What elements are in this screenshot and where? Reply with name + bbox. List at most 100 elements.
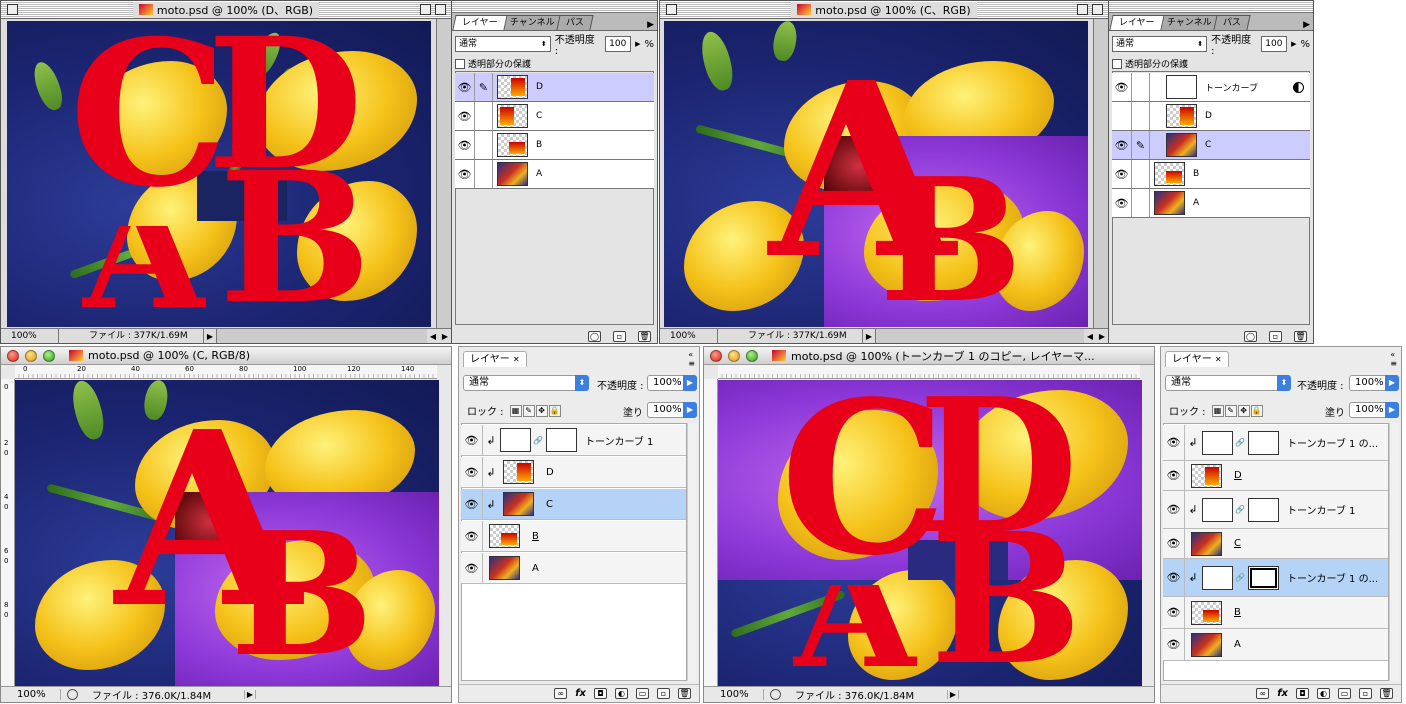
navigator-icon[interactable] xyxy=(770,689,781,700)
lock-transparent-icon[interactable]: ▦ xyxy=(1211,404,1224,417)
zoom-level[interactable]: 100% xyxy=(1,329,59,343)
link-layers-icon[interactable]: ∞ xyxy=(554,688,568,699)
tab-channels[interactable]: チャンネル xyxy=(1157,15,1222,30)
palette-menu-icon[interactable]: «≡ xyxy=(1390,350,1397,368)
layer-row-a[interactable]: 👁 A xyxy=(455,160,654,189)
tab-paths[interactable]: パス xyxy=(556,15,595,30)
eye-icon[interactable]: 👁 xyxy=(1112,131,1132,159)
fill-input[interactable]: 100% ▶ xyxy=(647,402,697,418)
scroll-right-icon[interactable]: ▶ xyxy=(1096,332,1108,341)
opacity-input[interactable]: 100 xyxy=(605,36,632,52)
status-arrow-icon[interactable]: ▶ xyxy=(204,332,216,341)
title-bar[interactable]: moto.psd @ 100% (D、RGB) xyxy=(1,1,451,19)
zoom-level[interactable]: 100% xyxy=(1,689,61,700)
layer-row-c[interactable]: 👁 ✎ C xyxy=(1112,131,1310,160)
eye-icon[interactable]: 👁 xyxy=(461,425,483,455)
mask-icon[interactable]: ◯ xyxy=(1244,331,1257,342)
layer-row-tone-curve-1[interactable]: 👁 ↲ 🔗 トーンカーブ 1 xyxy=(1163,491,1388,529)
tab-layers[interactable]: レイヤー ✕ xyxy=(463,351,527,367)
eye-icon[interactable]: 👁 xyxy=(455,131,475,159)
tab-layers[interactable]: レイヤー xyxy=(1109,15,1165,30)
fx-icon[interactable]: fx xyxy=(575,688,586,699)
image-canvas[interactable]: C D B A xyxy=(7,21,431,327)
layer-row-a[interactable]: 👁 A xyxy=(1163,629,1388,661)
brush-icon[interactable]: ✎ xyxy=(1132,131,1150,159)
link-icon[interactable]: 🔗 xyxy=(1235,505,1245,514)
close-button[interactable] xyxy=(7,349,19,362)
new-layer-icon[interactable]: ▫ xyxy=(613,331,626,342)
blend-mode-select[interactable]: 通常 ⬍ xyxy=(455,36,551,52)
blend-mode-select[interactable]: 通常 ⬍ xyxy=(1112,36,1208,52)
layer-row-a[interactable]: 👁 A xyxy=(1112,189,1310,218)
scroll-right-icon[interactable]: ▶ xyxy=(439,332,451,341)
eye-icon[interactable]: 👁 xyxy=(1163,491,1185,528)
eye-icon[interactable]: 👁 xyxy=(461,553,483,583)
new-layer-icon[interactable]: ▫ xyxy=(657,688,670,699)
eye-icon[interactable]: 👁 xyxy=(1112,160,1132,188)
horizontal-scrollbar[interactable] xyxy=(216,329,427,343)
scroll-left-icon[interactable]: ◀ xyxy=(427,332,439,341)
collapse-box[interactable] xyxy=(435,4,446,15)
preserve-checkbox[interactable] xyxy=(455,58,465,69)
title-bar[interactable]: moto.psd @ 100% (C, RGB/8) xyxy=(1,347,451,365)
vertical-scrollbar[interactable] xyxy=(1093,19,1108,328)
eye-icon[interactable]: 👁 xyxy=(461,457,483,487)
tab-layers[interactable]: レイヤー ✕ xyxy=(1165,351,1229,367)
eye-icon[interactable]: 👁 xyxy=(1163,529,1185,558)
eye-icon[interactable]: 👁 xyxy=(1163,461,1185,490)
layer-row-b[interactable]: 👁 B xyxy=(461,521,686,552)
eye-icon[interactable]: 👁 xyxy=(1163,559,1185,596)
eye-icon[interactable]: 👁 xyxy=(461,521,483,551)
horizontal-scrollbar[interactable] xyxy=(875,329,1084,343)
tab-layers[interactable]: レイヤー xyxy=(452,15,508,30)
new-layer-icon[interactable]: ▫ xyxy=(1359,688,1372,699)
navigator-icon[interactable] xyxy=(67,689,78,700)
lock-paint-icon[interactable]: ✎ xyxy=(522,404,535,417)
status-arrow-icon[interactable]: ▶ xyxy=(244,690,256,699)
trash-icon[interactable]: 🗑 xyxy=(678,688,691,699)
palette-menu-icon[interactable]: «≡ xyxy=(688,350,695,368)
opacity-arrow-icon[interactable]: ▶ xyxy=(635,40,640,48)
close-tab-icon[interactable]: ✕ xyxy=(513,355,520,364)
opacity-input[interactable]: 100% ▶ xyxy=(1349,375,1399,391)
adjustment-layer-icon[interactable]: ◐ xyxy=(615,688,628,699)
layer-row-tone-curve[interactable]: 👁 ↲ 🔗 トーンカーブ 1 xyxy=(461,425,686,456)
group-icon[interactable]: ▭ xyxy=(636,688,649,699)
zoom-level[interactable]: 100% xyxy=(660,329,718,343)
blend-mode-select[interactable]: 通常 ⬍ xyxy=(1165,375,1291,391)
link-icon[interactable]: 🔗 xyxy=(533,436,543,445)
layers-scrollbar[interactable] xyxy=(687,423,697,681)
scroll-left-icon[interactable]: ◀ xyxy=(1084,332,1096,341)
image-canvas[interactable]: A B xyxy=(664,21,1088,327)
new-layer-icon[interactable]: ▫ xyxy=(1269,331,1282,342)
title-bar[interactable]: moto.psd @ 100% (C、RGB) xyxy=(660,1,1108,19)
collapse-box[interactable] xyxy=(1092,4,1103,15)
trash-icon[interactable]: 🗑 xyxy=(638,331,651,342)
image-canvas[interactable]: C D B A xyxy=(718,380,1142,688)
close-box[interactable] xyxy=(666,4,677,15)
layer-row-c[interactable]: 👁 ↲ C xyxy=(461,489,686,520)
status-arrow-icon[interactable]: ▶ xyxy=(947,690,959,699)
close-box[interactable] xyxy=(7,4,18,15)
zoom-box[interactable] xyxy=(1077,4,1088,15)
document-window-c[interactable]: moto.psd @ 100% (C、RGB) A B 100% ファイル : … xyxy=(659,0,1109,344)
layer-row-c[interactable]: 👁 C xyxy=(1163,529,1388,559)
eye-icon[interactable]: 👁 xyxy=(455,73,475,101)
layer-row-c[interactable]: 👁 C xyxy=(455,102,654,131)
eye-icon[interactable]: 👁 xyxy=(455,160,475,188)
blend-mode-select[interactable]: 通常 ⬍ xyxy=(463,375,589,391)
lock-transparent-icon[interactable]: ▦ xyxy=(509,404,522,417)
eye-icon[interactable]: 👁 xyxy=(455,102,475,130)
minimize-button[interactable] xyxy=(25,349,37,362)
mask-icon[interactable]: ◘ xyxy=(1296,688,1309,699)
title-bar[interactable]: moto.psd @ 100% (トーンカーブ 1 のコピー, レイヤーマ... xyxy=(704,347,1154,365)
tab-paths[interactable]: パス xyxy=(1213,15,1252,30)
lock-paint-icon[interactable]: ✎ xyxy=(1224,404,1237,417)
layer-row-d[interactable]: D xyxy=(1112,102,1310,131)
eye-icon[interactable]: 👁 xyxy=(1163,629,1185,660)
link-layers-icon[interactable]: ∞ xyxy=(1256,688,1270,699)
palette-menu-icon[interactable]: ▶ xyxy=(1303,20,1310,30)
layer-row-a[interactable]: 👁 A xyxy=(461,553,686,584)
opacity-input[interactable]: 100% ▶ xyxy=(647,375,697,391)
zoom-box[interactable] xyxy=(420,4,431,15)
